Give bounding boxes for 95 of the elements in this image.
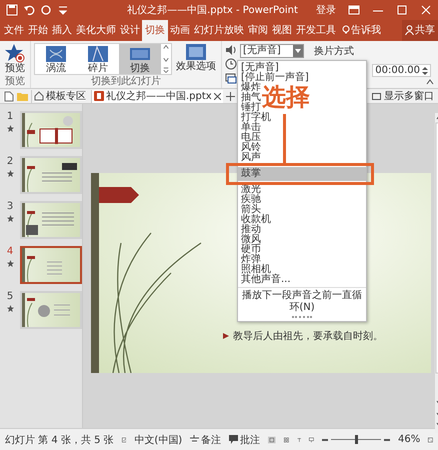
transition-option[interactable]: 切换	[119, 44, 161, 74]
sound-option[interactable]: [无声音]	[238, 63, 366, 73]
zoom-level[interactable]: 46%	[398, 434, 420, 445]
undo-icon[interactable]	[23, 4, 35, 16]
add-tab-icon[interactable]	[226, 92, 235, 100]
transition-star-icon	[6, 125, 14, 132]
transition-star-icon	[6, 305, 14, 312]
loop-option[interactable]: 播放下一段声音之前一直循环(N)	[238, 287, 366, 316]
share-button[interactable]: 共享	[402, 20, 438, 41]
slide-number: 2	[6, 156, 14, 167]
zoom-slider-thumb[interactable]	[355, 435, 358, 444]
transition-icon	[87, 44, 109, 62]
slide-sorter-icon[interactable]	[284, 434, 289, 444]
advance-slide-label: 换片方式	[314, 44, 354, 58]
window-title: 礼仪之邦——中国.pptx - PowerPoint	[127, 4, 298, 17]
effect-options-button[interactable]: 效果选项	[174, 43, 218, 75]
comment-icon	[229, 435, 238, 444]
ribbon-tab[interactable]: 设计	[118, 20, 142, 41]
sound-option[interactable]: 收款机	[238, 215, 366, 225]
transition-star-icon	[6, 170, 14, 177]
leader-line	[283, 114, 286, 163]
gallery-scroll-icon[interactable]	[162, 44, 170, 74]
sound-option[interactable]: 推动	[238, 225, 366, 235]
annotation-label: 选择	[262, 82, 310, 112]
bullet-text: 教导后人由祖先，要承载自时刻。	[233, 330, 383, 343]
home-icon	[34, 91, 44, 101]
comments-button[interactable]: 批注	[229, 432, 260, 446]
effect-icon	[185, 43, 207, 61]
sound-option[interactable]: 鼓掌	[238, 167, 366, 181]
after-time-field[interactable]: 00:00.00	[372, 64, 431, 77]
slide-number: 1	[6, 111, 14, 122]
sound-option[interactable]: 微风	[238, 235, 366, 245]
save-icon[interactable]	[6, 4, 18, 16]
ribbon-tab[interactable]: 插入	[50, 20, 74, 41]
preview-button[interactable]: 预览	[3, 43, 27, 74]
fit-slide-icon[interactable]	[428, 434, 434, 444]
sound-option[interactable]: [停止前一声音]	[238, 73, 366, 83]
group-label: 预览	[4, 76, 26, 87]
transition-star-icon	[6, 215, 14, 222]
slide-thumbnail[interactable]	[20, 246, 82, 284]
lightbulb-icon	[342, 25, 350, 35]
ribbon-tab[interactable]: 文件	[2, 20, 26, 41]
document-tab[interactable]: 模板专区	[31, 90, 88, 102]
customize-icon[interactable]	[57, 4, 69, 16]
ribbon-tab[interactable]: 视图	[270, 20, 294, 41]
sound-option[interactable]: 炸弹	[238, 255, 366, 265]
maximize-icon[interactable]	[396, 5, 408, 15]
notes-button[interactable]: 备注	[190, 432, 222, 446]
sound-option[interactable]: 电压	[238, 133, 366, 143]
sound-option[interactable]: 风声	[238, 153, 366, 163]
ribbon-tab[interactable]: 切换	[142, 20, 168, 41]
slide-number: 4	[6, 246, 14, 257]
transition-option[interactable]: 涡流	[35, 44, 77, 74]
slide-number: 5	[6, 291, 14, 302]
transition-option[interactable]: 碎片	[77, 44, 119, 74]
sign-in-link[interactable]: 登录	[316, 3, 336, 17]
bullet-icon	[223, 333, 229, 339]
person-icon	[405, 25, 414, 35]
tell-me-search[interactable]: 告诉我	[340, 20, 383, 41]
notes-icon	[190, 435, 200, 444]
show-windows-button[interactable]: 显示多窗口	[372, 89, 434, 103]
new-file-icon[interactable]	[4, 90, 14, 102]
close-icon[interactable]	[214, 92, 221, 100]
language-indicator[interactable]: 中文(中国)	[134, 432, 182, 446]
sound-option[interactable]: 打字机	[238, 113, 366, 123]
ribbon-tab[interactable]: 美化大师	[74, 20, 118, 41]
sound-dropdown[interactable]: [无声音]	[240, 44, 304, 58]
collapse-ribbon-icon[interactable]	[426, 79, 434, 85]
slide-count: 幻灯片 第 4 张，共 5 张	[5, 434, 114, 446]
powerpoint-file-icon	[94, 91, 104, 101]
transition-star-icon	[6, 260, 14, 267]
sound-option[interactable]: 单击	[238, 123, 366, 133]
sound-option[interactable]: 照相机	[238, 265, 366, 275]
spelling-icon[interactable]	[122, 434, 126, 444]
ribbon-tab[interactable]: 开始	[26, 20, 50, 41]
sound-option[interactable]: 风铃	[238, 143, 366, 153]
sound-option[interactable]: 疾驰	[238, 195, 366, 205]
resize-grip[interactable]	[292, 316, 312, 320]
sound-option[interactable]: 其他声音...	[238, 275, 366, 285]
ribbon-tab[interactable]: 开发工具	[294, 20, 338, 41]
ribbon-tab[interactable]: 审阅	[246, 20, 270, 41]
sound-option[interactable]: 硬币	[238, 245, 366, 255]
ribbon-display-icon[interactable]	[348, 5, 360, 15]
speaker-icon	[225, 44, 237, 56]
clock-icon	[225, 58, 237, 70]
window-icon	[372, 92, 381, 100]
document-tab[interactable]: 礼仪之邦——中国.pptx	[91, 90, 223, 102]
ribbon-tab[interactable]: 动画	[168, 20, 192, 41]
spinner-icon	[422, 66, 428, 76]
redo-icon[interactable]	[40, 4, 52, 16]
ribbon-tab[interactable]: 幻灯片放映	[192, 20, 246, 41]
group-label: 切换到此幻灯片	[90, 76, 162, 87]
sound-option[interactable]: 箭头	[238, 205, 366, 215]
transition-icon	[45, 44, 67, 62]
slide-number: 3	[6, 201, 14, 212]
